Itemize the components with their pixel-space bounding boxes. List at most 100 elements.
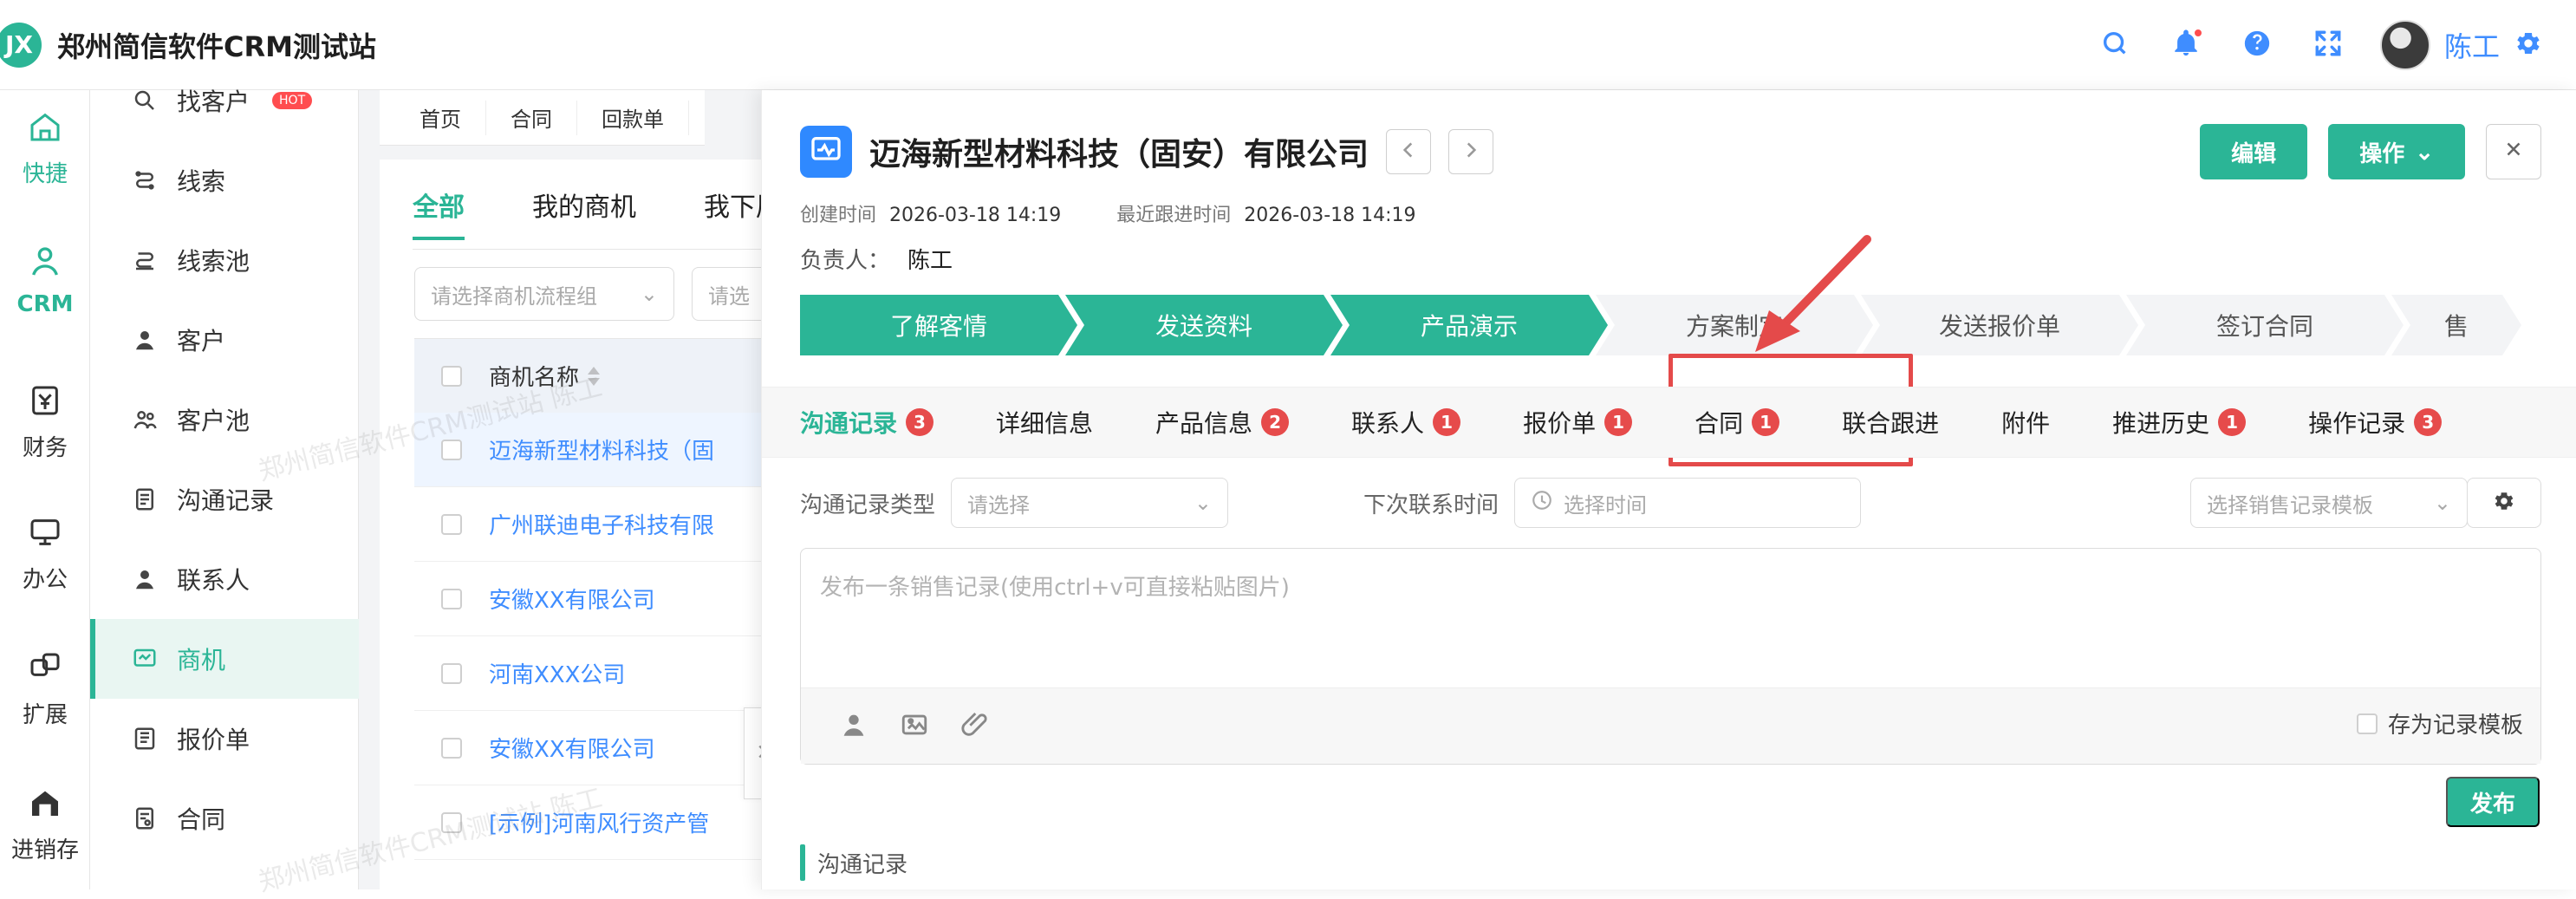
- stage-solution[interactable]: 方案制定: [1596, 295, 1873, 355]
- next-contact-picker[interactable]: 选择时间: [1514, 478, 1862, 528]
- opportunity-name[interactable]: 迈海新型材料科技（固: [489, 433, 714, 466]
- notifications-button[interactable]: [2167, 26, 2205, 64]
- stage-demo[interactable]: 产品演示: [1330, 295, 1608, 355]
- save-template-checkbox[interactable]: [2356, 713, 2378, 734]
- top-tab-contract[interactable]: 合同: [486, 100, 577, 135]
- table-row[interactable]: 安徽XX有限公司: [414, 711, 778, 785]
- rail-item-shortcut[interactable]: 快捷: [0, 106, 90, 188]
- secondary-select[interactable]: 请选: [692, 267, 770, 321]
- menu-item-communication[interactable]: 沟通记录: [90, 459, 359, 539]
- user-name[interactable]: 陈工: [2444, 25, 2500, 65]
- top-tab-home[interactable]: 首页: [395, 100, 486, 135]
- help-button[interactable]: [2238, 26, 2276, 64]
- pipeline-group-select[interactable]: 请选择商机流程组 ⌄: [414, 267, 674, 321]
- menu-item-opportunities[interactable]: 商机: [90, 619, 359, 699]
- tab-products[interactable]: 产品信息 2: [1155, 405, 1290, 440]
- stage-sign-contract[interactable]: 签订合同: [2126, 295, 2404, 355]
- row-select[interactable]: [414, 588, 489, 609]
- row-select[interactable]: [414, 737, 489, 759]
- record-type-placeholder: 请选择: [967, 492, 1031, 518]
- row-select[interactable]: [414, 662, 489, 684]
- tab-all[interactable]: 全部: [413, 170, 465, 240]
- save-as-template[interactable]: 存为记录模板: [2356, 707, 2523, 739]
- checkbox[interactable]: [441, 513, 462, 535]
- tab-operation-log[interactable]: 操作记录 3: [2308, 405, 2443, 440]
- table-row[interactable]: [示例]河南风行资产管: [414, 785, 778, 860]
- table-row[interactable]: 广州联迪电子科技有限: [414, 487, 778, 562]
- record-type-select[interactable]: 请选择 ⌄: [951, 478, 1229, 528]
- rail-item-office[interactable]: 办公: [0, 511, 90, 594]
- tab-my-opportunities[interactable]: 我的商机: [532, 170, 636, 239]
- row-select[interactable]: [414, 811, 489, 833]
- row-select[interactable]: [414, 439, 489, 460]
- menu-item-lead-pool[interactable]: 线索池: [90, 220, 359, 300]
- communication-icon: [130, 485, 159, 514]
- checkbox[interactable]: [441, 811, 462, 833]
- mention-user-icon[interactable]: [839, 710, 868, 743]
- record-editor[interactable]: 发布一条销售记录(使用ctrl+v可直接粘贴图片) 存为记录模板: [800, 548, 2541, 765]
- publish-button[interactable]: 发布: [2445, 777, 2540, 827]
- table-row[interactable]: 安徽XX有限公司: [414, 562, 778, 636]
- search-button[interactable]: [2096, 26, 2134, 64]
- avatar[interactable]: [2379, 19, 2430, 70]
- menu-item-contacts[interactable]: 联系人: [90, 539, 359, 619]
- tab-communication-records[interactable]: 沟通记录 3: [800, 405, 934, 440]
- image-icon[interactable]: [900, 710, 929, 743]
- select-all[interactable]: [414, 365, 489, 387]
- tab-progress-history[interactable]: 推进历史 1: [2112, 405, 2247, 440]
- monitor-icon: [809, 133, 843, 171]
- menu-item-leads[interactable]: 线索: [90, 140, 359, 220]
- fullscreen-button[interactable]: [2309, 26, 2347, 64]
- stage-understand[interactable]: 了解客情: [800, 295, 1077, 355]
- opportunity-name[interactable]: [示例]河南风行资产管: [489, 806, 709, 838]
- checkbox[interactable]: [441, 662, 462, 684]
- tab-attachments[interactable]: 附件: [2001, 405, 2050, 440]
- menu-item-customers[interactable]: 客户: [90, 300, 359, 380]
- opportunity-name[interactable]: 安徽XX有限公司: [489, 583, 655, 615]
- brand-logo[interactable]: JX: [0, 22, 42, 68]
- stage-after-sales[interactable]: 售: [2391, 295, 2521, 355]
- prev-record-button[interactable]: [1386, 129, 1432, 174]
- name-column-header[interactable]: 商机名称: [489, 360, 601, 392]
- menu-item-quotes[interactable]: 报价单: [90, 699, 359, 778]
- filters: 请选择商机流程组 ⌄ 请选: [414, 267, 770, 321]
- rail-item-finance[interactable]: 财务: [0, 380, 90, 462]
- settings-button[interactable]: [2514, 30, 2543, 60]
- template-settings-button[interactable]: [2467, 478, 2541, 528]
- detail-tabs: 沟通记录 3 详细信息 产品信息 2 联系人 1 报价单 1 合同 1 联合跟进…: [762, 387, 2576, 458]
- tab-contracts[interactable]: 合同 1: [1695, 405, 1780, 440]
- checkbox[interactable]: [441, 737, 462, 759]
- tab-contacts[interactable]: 联系人 1: [1351, 405, 1461, 440]
- operate-button[interactable]: 操作 ⌄: [2328, 124, 2465, 179]
- menu-item-customer-pool[interactable]: 客户池: [90, 380, 359, 459]
- rail-item-crm[interactable]: CRM: [0, 241, 90, 317]
- tab-quotes[interactable]: 报价单 1: [1523, 405, 1633, 440]
- next-record-button[interactable]: [1448, 129, 1494, 174]
- row-select[interactable]: [414, 513, 489, 535]
- top-tab-payment[interactable]: 回款单: [577, 100, 689, 135]
- stage-send-quote[interactable]: 发送报价单: [1861, 295, 2138, 355]
- tab-details[interactable]: 详细信息: [996, 405, 1093, 440]
- checkbox[interactable]: [441, 365, 462, 387]
- menu-item-contracts[interactable]: 合同: [90, 778, 359, 858]
- close-drawer-button[interactable]: [2486, 124, 2541, 179]
- checkbox[interactable]: [441, 439, 462, 460]
- app-rail: 快捷 CRM 财务 办公 扩展 进销存: [0, 90, 90, 889]
- tab-joint-follow[interactable]: 联合跟进: [1842, 405, 1939, 440]
- checkbox[interactable]: [441, 588, 462, 609]
- sales-template-select[interactable]: 选择销售记录模板 ⌄: [2190, 478, 2468, 528]
- table-row[interactable]: 迈海新型材料科技（固: [414, 413, 778, 487]
- opportunity-name[interactable]: 广州联迪电子科技有限: [489, 508, 714, 540]
- sort-icon[interactable]: [588, 366, 601, 386]
- opportunity-name[interactable]: 安徽XX有限公司: [489, 732, 655, 764]
- opportunity-name[interactable]: 河南XXX公司: [489, 657, 625, 689]
- user-menu[interactable]: 陈工: [2379, 19, 2543, 70]
- edit-button[interactable]: 编辑: [2200, 124, 2308, 179]
- menu-item-find-customer[interactable]: 找客户 HOT: [90, 61, 359, 140]
- owner-value[interactable]: 陈工: [907, 248, 953, 274]
- table-row[interactable]: 河南XXX公司: [414, 636, 778, 711]
- attachment-icon[interactable]: [960, 710, 990, 743]
- stage-send-materials[interactable]: 发送资料: [1065, 295, 1343, 355]
- rail-item-warehouse[interactable]: 进销存: [0, 782, 90, 864]
- rail-item-extend[interactable]: 扩展: [0, 647, 90, 729]
